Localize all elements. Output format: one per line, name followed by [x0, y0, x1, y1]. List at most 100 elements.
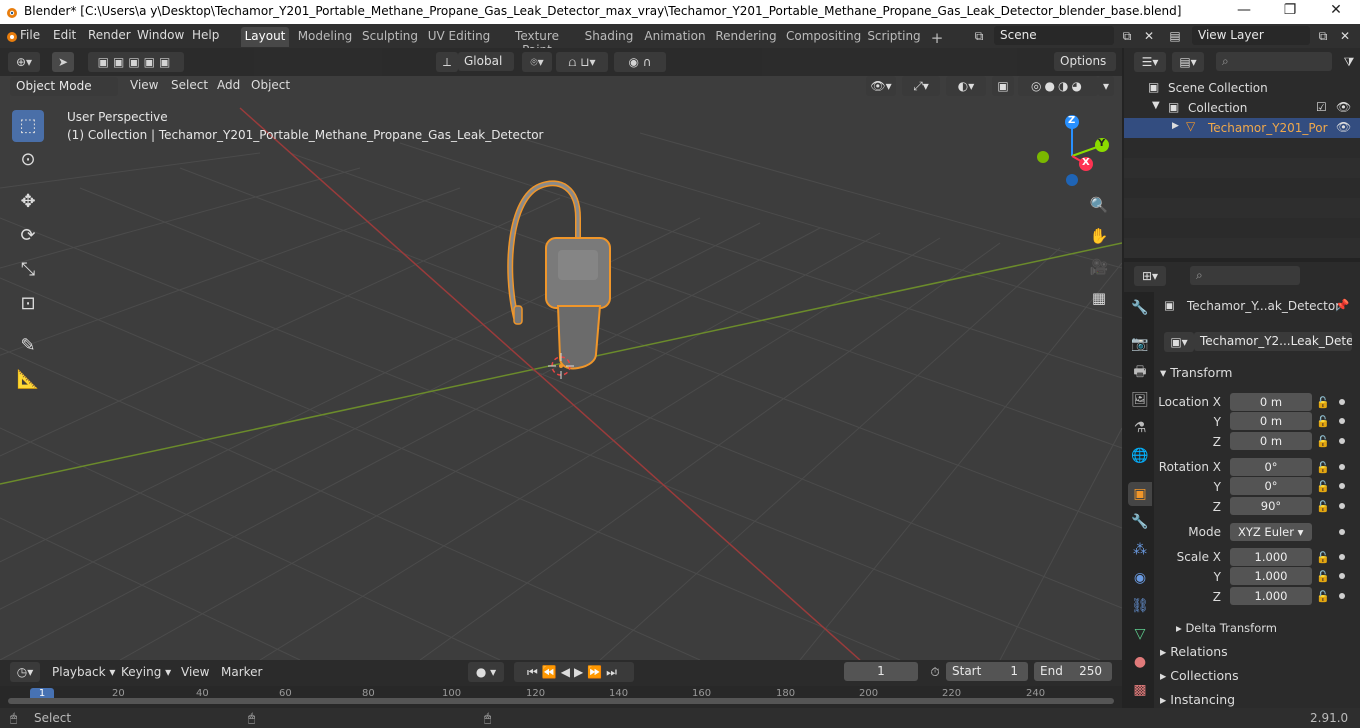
menu-keying[interactable]: Keying ▾ [121, 665, 171, 679]
cursor-tool-icon[interactable]: ⊙ [12, 144, 44, 176]
keyframe-dot-icon[interactable] [1339, 483, 1345, 489]
menu-select[interactable]: Select [171, 78, 208, 92]
menu-marker[interactable]: Marker [221, 665, 262, 679]
keyframe-dot-icon[interactable] [1339, 529, 1345, 535]
lock-icon[interactable]: 🔓 [1316, 480, 1330, 494]
xray-icon[interactable]: ▣ [992, 76, 1014, 96]
rotation-mode-dropdown[interactable]: XYZ Euler ▾ [1230, 523, 1312, 541]
keyframe-dot-icon[interactable] [1339, 573, 1345, 579]
playback-controls-icons[interactable]: ⏮⏪◀▶⏩⏭ [514, 662, 634, 682]
lock-icon[interactable]: 🔓 [1316, 500, 1330, 514]
navigation-gizmo[interactable] [1030, 114, 1120, 194]
menu-view[interactable]: View [130, 78, 158, 92]
keyframe-dot-icon[interactable] [1339, 418, 1345, 424]
delete-view-layer-icon[interactable]: ✕ [1334, 26, 1356, 46]
outliner-editor-type-icon[interactable]: ☰▾ [1134, 52, 1166, 72]
add-workspace-button[interactable]: + [929, 27, 945, 47]
selection-mode-icons[interactable]: ▣▣▣▣▣ [88, 52, 184, 72]
delta-transform-section[interactable]: ▸ Delta Transform [1176, 621, 1277, 635]
scene-icon[interactable]: ⧉ [966, 26, 992, 46]
outliner-search-input[interactable]: ⌕ [1216, 52, 1332, 71]
physics-tab-icon[interactable]: ◉ [1128, 566, 1152, 590]
shading-options-icon[interactable]: ▾ [1098, 76, 1114, 96]
menu-add[interactable]: Add [217, 78, 240, 92]
keyframe-dot-icon[interactable] [1339, 503, 1345, 509]
material-tab-icon[interactable]: ● [1128, 650, 1152, 674]
maximize-button[interactable]: ❐ [1272, 2, 1308, 18]
location-z-field[interactable]: 0 m [1230, 432, 1312, 450]
rotation-z-field[interactable]: 90° [1230, 497, 1312, 515]
tab-scripting[interactable]: Scripting [866, 27, 922, 47]
zoom-icon[interactable]: 🔍 [1086, 192, 1112, 218]
snapping-icon[interactable]: ⩍ ⊔▾ [556, 52, 608, 72]
world-tab-icon[interactable]: 🌐 [1128, 444, 1152, 468]
gizmo-toggle-icon[interactable]: ⤢▾ [902, 76, 940, 96]
lock-icon[interactable]: 🔓 [1316, 551, 1330, 565]
outliner-row-scene-collection[interactable]: ▣ Scene Collection [1124, 78, 1360, 98]
outliner-row-object[interactable]: ▶ ▽ Techamor_Y201_Por 👁 [1124, 118, 1360, 138]
close-button[interactable]: ✕ [1318, 2, 1354, 18]
properties-search-input[interactable]: ⌕ [1190, 266, 1300, 285]
tool-tab-icon[interactable]: 🔧 [1128, 296, 1152, 320]
menu-help[interactable]: Help [192, 28, 219, 42]
tab-sculpting[interactable]: Sculpting [362, 27, 418, 47]
stopwatch-icon[interactable]: ⏱ [924, 662, 946, 682]
timeline-editor-type-icon[interactable]: ◷▾ [10, 662, 40, 682]
start-frame-field[interactable]: Start 1 [946, 662, 1028, 681]
shading-modes-icons[interactable]: ◎●◑◕ [1018, 76, 1098, 96]
view-layer-field[interactable]: View Layer [1192, 26, 1310, 45]
expand-arrow-icon[interactable]: ▼ [1152, 100, 1160, 111]
menu-timeline-view[interactable]: View [181, 665, 209, 679]
scale-tool-icon[interactable]: ⤡ [12, 254, 44, 286]
menu-edit[interactable]: Edit [53, 28, 76, 42]
timeline-scrollbar[interactable] [8, 698, 1114, 704]
lock-icon[interactable]: 🔓 [1316, 461, 1330, 475]
delete-scene-icon[interactable]: ✕ [1138, 26, 1160, 46]
exclude-checkbox-icon[interactable]: ☑ [1316, 100, 1327, 114]
menu-object[interactable]: Object [251, 78, 290, 92]
orientation-dropdown[interactable]: Global [458, 52, 514, 71]
new-view-layer-icon[interactable]: ⧉ [1312, 26, 1334, 46]
rotation-x-field[interactable]: 0° [1230, 458, 1312, 476]
menu-render[interactable]: Render [88, 28, 131, 42]
measure-tool-icon[interactable]: 📐 [12, 364, 44, 396]
eye-icon[interactable]: 👁 [1336, 120, 1351, 134]
keyframe-dot-icon[interactable] [1339, 464, 1345, 470]
filter-icon[interactable]: ⧩ [1338, 52, 1360, 72]
keyframe-dot-icon[interactable] [1339, 438, 1345, 444]
proportional-editing-icon[interactable]: ◉ ∩ [614, 52, 666, 72]
scale-y-field[interactable]: 1.000 [1230, 567, 1312, 585]
location-x-field[interactable]: 0 m [1230, 393, 1312, 411]
lock-icon[interactable]: 🔓 [1316, 396, 1330, 410]
display-mode-icon[interactable]: ▤▾ [1172, 52, 1204, 72]
outliner-row-collection[interactable]: ▼ ▣ Collection ☑ 👁 [1124, 98, 1360, 118]
object-name-field[interactable]: Techamor_Y2...Leak_Detector [1194, 332, 1352, 351]
3d-viewport[interactable]: ⊕▾ ➤ ▣▣▣▣▣ ⟂ Global ⌾▾ ⩍ ⊔▾ ◉ ∩ Options … [0, 48, 1122, 660]
scale-x-field[interactable]: 1.000 [1230, 548, 1312, 566]
keyframe-dot-icon[interactable] [1339, 593, 1345, 599]
tab-rendering[interactable]: Rendering [715, 27, 777, 47]
transform-tool-icon[interactable]: ⊡ [12, 288, 44, 320]
select-box-tool-icon[interactable]: ⬚ [12, 110, 44, 142]
expand-arrow-icon[interactable]: ▶ [1172, 121, 1179, 131]
keyframe-dot-icon[interactable] [1339, 399, 1345, 405]
current-frame-field[interactable]: 1 [844, 662, 918, 681]
menu-file[interactable]: File [20, 28, 40, 42]
transform-orientation-icon[interactable]: ⟂ [436, 52, 458, 72]
transform-section-header[interactable]: ▾ Transform [1160, 365, 1232, 380]
location-y-field[interactable]: 0 m [1230, 412, 1312, 430]
timeline-ruler[interactable]: 1 20 40 60 80 100 120 140 160 180 200 22… [0, 686, 1122, 708]
end-frame-field[interactable]: End 250 [1034, 662, 1112, 681]
lock-icon[interactable]: 🔓 [1316, 590, 1330, 604]
blender-menu-icon[interactable] [4, 29, 18, 43]
pan-hand-icon[interactable]: ✋ [1086, 223, 1112, 249]
view-layer-tab-icon[interactable]: 🖼 [1128, 388, 1152, 412]
tab-compositing[interactable]: Compositing [786, 27, 861, 47]
object-browse-icon[interactable]: ▣▾ [1164, 332, 1194, 352]
keyframe-dot-icon[interactable] [1339, 554, 1345, 560]
rotate-tool-icon[interactable]: ⟳ [12, 220, 44, 252]
lock-icon[interactable]: 🔓 [1316, 435, 1330, 449]
new-scene-icon[interactable]: ⧉ [1116, 26, 1138, 46]
tab-shading[interactable]: Shading [584, 27, 634, 47]
tab-animation[interactable]: Animation [644, 27, 706, 47]
